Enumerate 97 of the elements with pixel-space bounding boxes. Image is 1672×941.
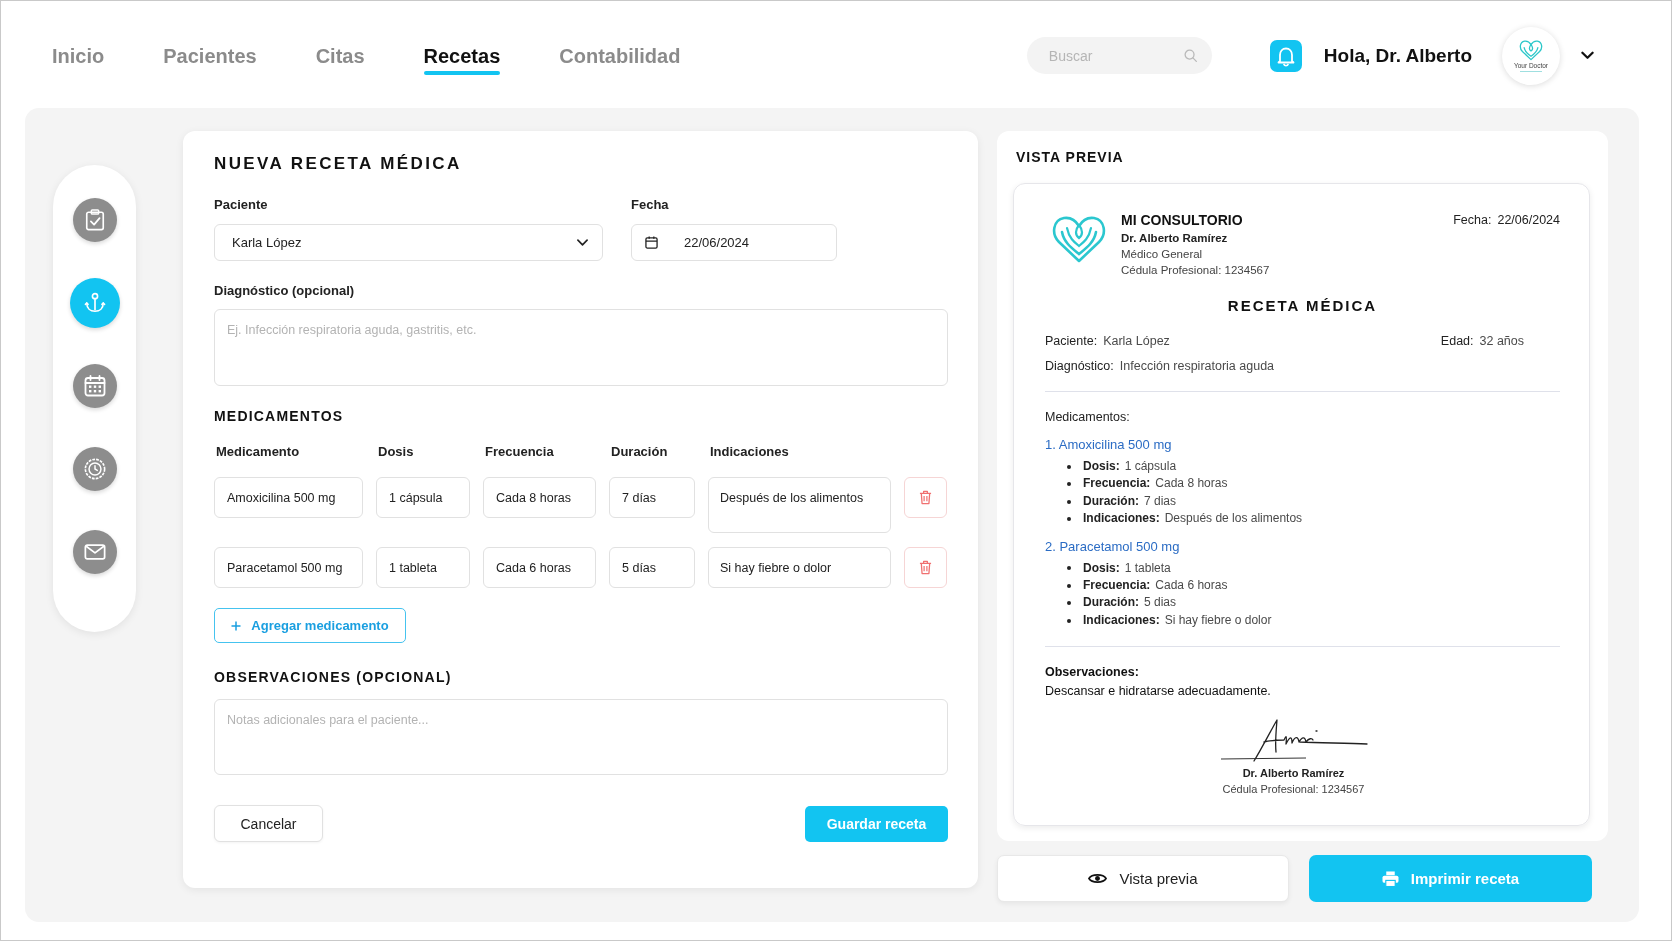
duration-input[interactable]: 5 días	[609, 547, 695, 588]
patient-select[interactable]: Karla López	[214, 224, 603, 261]
signature-license: Cédula Profesional: 1234567	[1222, 782, 1365, 798]
bullet-icon	[1067, 482, 1071, 487]
bullet-icon	[1067, 618, 1071, 623]
detail-value: Después de los alimentos	[1164, 510, 1303, 528]
detail-value: 1 cápsula	[1124, 458, 1177, 475]
bullet-icon	[1067, 583, 1071, 588]
column-header: Frecuencia	[484, 443, 555, 461]
bullet-icon	[1067, 464, 1071, 469]
observations-text: Descansar e hidratarse adecuadamente.	[1045, 683, 1272, 701]
diagnosis-textarea[interactable]: Ej. Infección respiratoria aguda, gastritis, etc.	[214, 309, 948, 386]
document-heading: RECETA MÉDICA	[1226, 296, 1379, 316]
anchor-icon	[83, 291, 106, 314]
sidebar-button[interactable]	[72, 197, 117, 242]
bullet-icon	[1067, 601, 1071, 606]
bell-icon[interactable]	[1269, 39, 1302, 72]
field-label: Diagnóstico (opcional)	[214, 282, 356, 300]
detail-value: Si hay fiebre o dolor	[1164, 611, 1272, 629]
field-label: Fecha	[631, 196, 670, 214]
medication-title: 2. Paracetamol 500 mg	[1045, 537, 1181, 556]
bullet-icon	[1067, 516, 1071, 521]
nav-tab[interactable]: Recetas	[423, 36, 501, 75]
detail-value: 1 tableta	[1124, 559, 1171, 577]
doctor-name: Dr. Alberto Ramírez	[1121, 231, 1229, 246]
medication-input[interactable]: Paracetamol 500 mg	[214, 547, 363, 588]
sidebar-button[interactable]	[72, 446, 117, 491]
field-label: Edad:	[1440, 333, 1474, 350]
detail-label: Indicaciones:	[1083, 611, 1160, 629]
plus-icon	[231, 620, 242, 631]
frequency-input[interactable]: Cada 8 horas	[483, 477, 596, 518]
column-header: Medicamento	[215, 443, 301, 461]
cancel-button[interactable]: Cancelar	[214, 805, 323, 842]
detail-value: 5 dias	[1144, 594, 1177, 612]
column-header: Duración	[610, 443, 669, 461]
doctor-specialty: Médico General	[1121, 247, 1204, 262]
chevron-down-icon[interactable]	[1581, 51, 1594, 60]
trash-icon	[919, 490, 932, 505]
detail-value: 7 dias	[1144, 492, 1177, 510]
search-field[interactable]: Buscar	[1026, 37, 1212, 74]
date-value: 22/06/2024	[1497, 212, 1560, 229]
trash-icon	[919, 560, 932, 575]
clipboard-check-icon	[83, 208, 106, 231]
medications-label: Medicamentos:	[1045, 409, 1131, 426]
delete-button[interactable]	[904, 547, 947, 588]
delete-button[interactable]	[904, 477, 947, 518]
detail-label: Dosis:	[1083, 559, 1120, 577]
license-number: Cédula Profesional: 1234567	[1121, 263, 1270, 278]
field-value: Infección respiratoria aguda	[1119, 358, 1275, 375]
dose-input[interactable]: 1 cápsula	[376, 477, 470, 518]
sidebar-button[interactable]	[72, 529, 117, 574]
column-header: Dosis	[377, 443, 415, 461]
heart-logo-icon	[1519, 39, 1543, 61]
dose-input[interactable]: 1 tableta	[376, 547, 470, 588]
instructions-input[interactable]: Después de los alimentos	[708, 477, 891, 533]
column-header: Indicaciones	[709, 443, 790, 461]
form-title: NUEVA RECETA MÉDICA	[214, 153, 463, 175]
date-field[interactable]: 22/06/2024	[631, 224, 837, 261]
instructions-input[interactable]: Si hay fiebre o dolor	[708, 547, 891, 588]
detail-label: Frecuencia:	[1083, 475, 1151, 493]
calendar-icon	[83, 374, 106, 397]
greeting-text: Hola, Dr. Alberto	[1323, 44, 1472, 67]
chevron-down-icon	[577, 239, 588, 246]
preview-title: VISTA PREVIA	[1016, 148, 1125, 167]
printer-icon	[1381, 870, 1399, 887]
section-title: OBSERVACIONES (OPCIONAL)	[214, 668, 453, 687]
detail-label: Duración:	[1083, 594, 1139, 612]
calendar-icon	[645, 236, 658, 249]
eye-icon	[1088, 872, 1108, 885]
search-icon[interactable]	[1183, 49, 1197, 62]
detail-label: Dosis:	[1083, 458, 1120, 475]
clock-icon	[83, 457, 106, 480]
clinic-name: MI CONSULTORIO	[1121, 211, 1244, 229]
detail-value: Cada 6 horas	[1155, 577, 1228, 595]
field-label: Paciente:	[1045, 333, 1098, 350]
field-value: 32 años	[1479, 333, 1524, 350]
section-title: MEDICAMENTOS	[214, 407, 345, 426]
duration-input[interactable]: 7 días	[609, 477, 695, 518]
detail-label: Indicaciones:	[1083, 510, 1160, 528]
medication-title: 1. Amoxicilina 500 mg	[1045, 436, 1173, 454]
observations-label: Observaciones:	[1045, 664, 1140, 682]
field-label: Diagnóstico:	[1045, 358, 1114, 375]
detail-value: Cada 8 horas	[1155, 475, 1228, 493]
bullet-icon	[1067, 566, 1071, 571]
preview-button[interactable]: Vista previa	[997, 855, 1289, 902]
detail-label: Frecuencia:	[1083, 577, 1151, 595]
sidebar-button[interactable]	[69, 277, 120, 328]
field-label: Paciente	[214, 196, 269, 214]
bullet-icon	[1067, 499, 1071, 504]
signature-name: Dr. Alberto Ramírez	[1242, 766, 1345, 782]
date-label: Fecha:	[1453, 212, 1492, 229]
detail-label: Duración:	[1083, 492, 1139, 510]
medication-input[interactable]: Amoxicilina 500 mg	[214, 477, 363, 518]
frequency-input[interactable]: Cada 6 horas	[483, 547, 596, 588]
field-value: Karla López	[1103, 333, 1170, 350]
observations-textarea[interactable]: Notas adicionales para el paciente...	[214, 699, 948, 775]
sidebar-button[interactable]	[72, 363, 117, 408]
